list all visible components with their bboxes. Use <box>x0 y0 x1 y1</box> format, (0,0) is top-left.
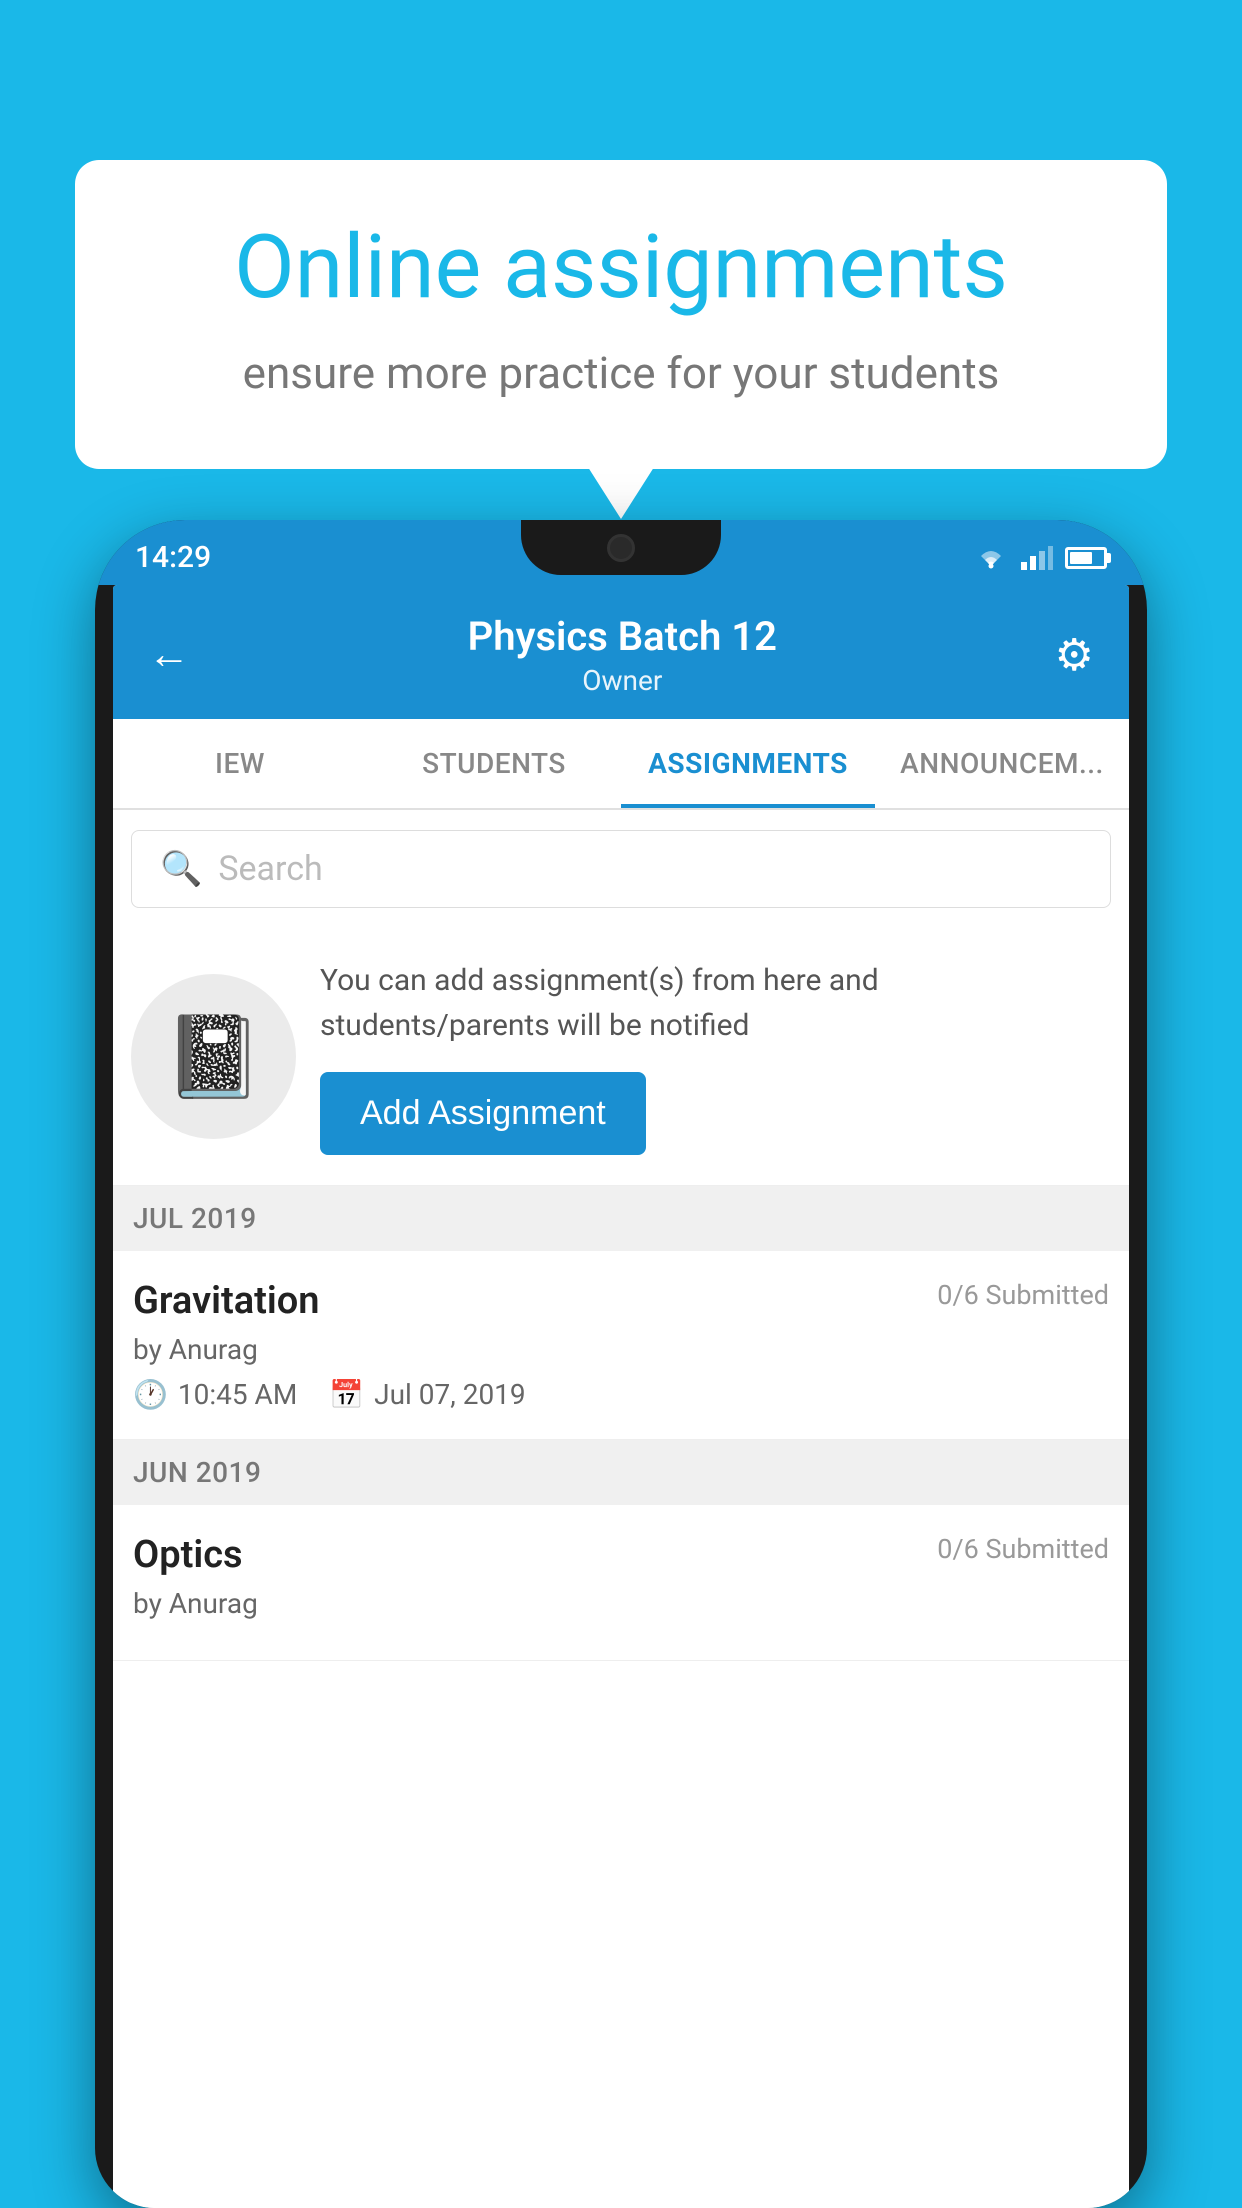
add-assignment-promo: 📓 You can add assignment(s) from here an… <box>113 928 1129 1186</box>
phone-frame: 14:29 ← <box>95 520 1147 2208</box>
optics-title: Optics <box>133 1533 243 1577</box>
app-screen: ← Physics Batch 12 Owner ⚙ IEW STUDENTS … <box>113 585 1129 2208</box>
assignment-item-gravitation[interactable]: Gravitation 0/6 Submitted by Anurag 🕐 10… <box>113 1251 1129 1440</box>
tabs-bar: IEW STUDENTS ASSIGNMENTS ANNOUNCEM... <box>113 719 1129 810</box>
settings-button[interactable]: ⚙ <box>1055 633 1094 677</box>
date-meta: 📅 Jul 07, 2019 <box>329 1378 525 1411</box>
signal-icon <box>1021 546 1053 570</box>
promo-icon-circle: 📓 <box>131 974 296 1139</box>
bubble-title: Online assignments <box>145 220 1097 317</box>
section-header-jul: JUL 2019 <box>113 1186 1129 1251</box>
add-assignment-button[interactable]: Add Assignment <box>320 1072 646 1155</box>
tab-iew[interactable]: IEW <box>113 719 367 808</box>
batch-title: Physics Batch 12 <box>190 613 1055 660</box>
promo-text: You can add assignment(s) from here and … <box>320 958 1111 1048</box>
date-value: Jul 07, 2019 <box>374 1378 526 1411</box>
content-area: 🔍 Search 📓 You can add assignment(s) fro… <box>113 810 1129 2208</box>
search-placeholder: Search <box>218 849 322 889</box>
assignment-row-top: Gravitation 0/6 Submitted <box>133 1279 1109 1323</box>
tab-students[interactable]: STUDENTS <box>367 719 621 808</box>
optics-submitted: 0/6 Submitted <box>937 1533 1109 1565</box>
notebook-icon: 📓 <box>164 1010 264 1104</box>
speech-bubble: Online assignments ensure more practice … <box>75 160 1167 469</box>
assignment-meta: 🕐 10:45 AM 📅 Jul 07, 2019 <box>133 1378 1109 1411</box>
speech-bubble-container: Online assignments ensure more practice … <box>75 160 1167 469</box>
promo-right: You can add assignment(s) from here and … <box>320 958 1111 1155</box>
assignment-title: Gravitation <box>133 1279 320 1323</box>
search-bar[interactable]: 🔍 Search <box>131 830 1111 908</box>
camera-icon <box>607 534 635 562</box>
clock-icon: 🕐 <box>133 1378 168 1411</box>
header-title-group: Physics Batch 12 Owner <box>190 613 1055 697</box>
assignment-item-optics[interactable]: Optics 0/6 Submitted by Anurag <box>113 1505 1129 1661</box>
assignment-author: by Anurag <box>133 1333 1109 1366</box>
phone-notch <box>521 520 721 575</box>
submitted-count: 0/6 Submitted <box>937 1279 1109 1311</box>
back-button[interactable]: ← <box>148 634 190 676</box>
section-header-jun: JUN 2019 <box>113 1440 1129 1505</box>
optics-row-top: Optics 0/6 Submitted <box>133 1533 1109 1577</box>
optics-author: by Anurag <box>133 1587 1109 1620</box>
search-icon: 🔍 <box>160 849 202 889</box>
tab-assignments[interactable]: ASSIGNMENTS <box>621 719 875 808</box>
time-value: 10:45 AM <box>178 1378 297 1411</box>
tab-announcements[interactable]: ANNOUNCEM... <box>875 719 1129 808</box>
battery-icon <box>1065 547 1107 569</box>
search-bar-wrapper: 🔍 Search <box>113 810 1129 928</box>
calendar-icon: 📅 <box>329 1378 364 1411</box>
header-owner-label: Owner <box>190 664 1055 697</box>
app-header: ← Physics Batch 12 Owner ⚙ <box>113 585 1129 719</box>
status-time: 14:29 <box>135 540 211 575</box>
status-icons <box>973 546 1107 570</box>
time-meta: 🕐 10:45 AM <box>133 1378 297 1411</box>
bubble-subtitle: ensure more practice for your students <box>145 347 1097 399</box>
wifi-icon <box>973 546 1009 570</box>
